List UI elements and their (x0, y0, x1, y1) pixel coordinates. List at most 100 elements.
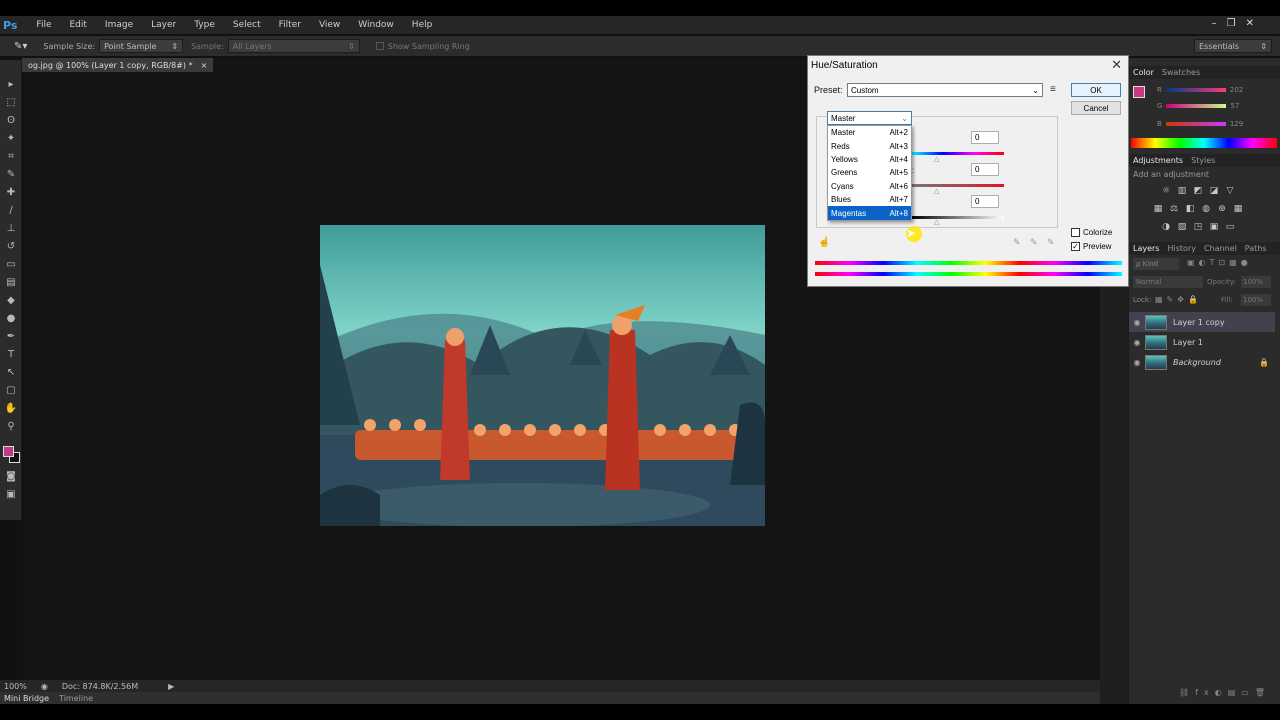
lasso-tool-icon[interactable]: ʘ (4, 114, 18, 128)
gradient-map-icon[interactable]: ▭ (1225, 222, 1235, 232)
black-white-icon[interactable]: ◧ (1185, 204, 1195, 214)
tab-channels[interactable]: Channel (1204, 244, 1237, 253)
layer-row-background[interactable]: ◉ Background 🔒 (1129, 352, 1275, 372)
layer-row-layer-1-copy[interactable]: ◉ Layer 1 copy (1129, 312, 1275, 332)
ok-button[interactable]: OK (1071, 83, 1121, 97)
blue-slider[interactable] (1165, 122, 1226, 126)
path-selection-tool-icon[interactable]: ↖ (4, 366, 18, 380)
green-value[interactable]: 57 (1230, 102, 1239, 110)
eyedropper-icon[interactable]: ✎ (1013, 237, 1021, 248)
close-window-button[interactable]: ✕ (1246, 18, 1254, 29)
preset-select[interactable]: Custom ⌄ (847, 83, 1043, 97)
color-lookup-icon[interactable]: ▦ (1233, 204, 1243, 214)
tab-paths[interactable]: Paths (1245, 244, 1267, 253)
quick-select-tool-icon[interactable]: ✦ (4, 132, 18, 146)
channel-option-blues[interactable]: Blues Alt+7 (828, 193, 911, 206)
eraser-tool-icon[interactable]: ▭ (4, 258, 18, 272)
menu-edit[interactable]: Edit (60, 20, 95, 30)
preset-options-icon[interactable]: ≡ (1050, 84, 1056, 95)
status-arrow-icon[interactable]: ▶ (168, 682, 174, 691)
threshold-icon[interactable]: ◳ (1193, 222, 1203, 232)
channel-option-magentas[interactable]: Magentas Alt+8 (828, 206, 911, 220)
layer-row-layer-1[interactable]: ◉ Layer 1 (1129, 332, 1275, 352)
close-tab-icon[interactable]: × (201, 61, 208, 70)
history-brush-tool-icon[interactable]: ↺ (4, 240, 18, 254)
channel-option-cyans[interactable]: Cyans Alt+6 (828, 180, 911, 193)
posterize-icon[interactable]: ▨ (1177, 222, 1187, 232)
tab-adjustments[interactable]: Adjustments (1133, 156, 1183, 165)
visibility-eye-icon[interactable]: ◉ (1129, 358, 1145, 367)
type-tool-icon[interactable]: T (4, 348, 18, 362)
channel-option-master[interactable]: Master Alt+2 (828, 126, 911, 139)
opacity-value[interactable]: 100% (1241, 276, 1271, 288)
color-balance-icon[interactable]: ⚖ (1169, 204, 1179, 214)
menu-image[interactable]: Image (96, 20, 142, 30)
menu-help[interactable]: Help (403, 20, 442, 30)
saturation-slider[interactable] (912, 184, 1004, 187)
menu-view[interactable]: View (310, 20, 349, 30)
preview-row[interactable]: ✓ Preview (1071, 242, 1111, 251)
layer-kind-filter[interactable]: ρ Kind (1133, 258, 1179, 270)
invert-icon[interactable]: ◑ (1161, 222, 1171, 232)
lock-icons[interactable]: ▦✎✥🔒 (1155, 295, 1202, 304)
red-value[interactable]: 202 (1230, 86, 1243, 94)
menu-filter[interactable]: Filter (270, 20, 310, 30)
tab-layers[interactable]: Layers (1133, 244, 1159, 253)
curves-icon[interactable]: ◩ (1193, 186, 1203, 196)
red-slider[interactable] (1165, 88, 1226, 92)
color-spectrum-ramp[interactable] (1131, 138, 1277, 148)
tab-history[interactable]: History (1167, 244, 1195, 253)
vibrance-icon[interactable]: ▽ (1225, 186, 1235, 196)
move-tool-icon[interactable]: ▸ (4, 78, 18, 92)
channel-option-yellows[interactable]: Yellows Alt+4 (828, 153, 911, 166)
preview-checkbox[interactable]: ✓ (1071, 242, 1080, 251)
marquee-tool-icon[interactable]: ⬚ (4, 96, 18, 110)
menu-file[interactable]: File (27, 20, 60, 30)
saturation-value-field[interactable]: 0 (971, 163, 999, 176)
channel-option-greens[interactable]: Greens Alt+5 (828, 166, 911, 179)
timeline-tab[interactable]: Timeline (59, 694, 93, 703)
eyedropper-tool-icon[interactable]: ✎▾ (14, 41, 27, 52)
eyedropper-tool-icon[interactable]: ✎ (4, 168, 18, 182)
tab-swatches[interactable]: Swatches (1162, 68, 1200, 77)
workspace-select[interactable]: Essentials ⇕ (1194, 39, 1272, 53)
channel-select[interactable]: Master ⌄ (827, 111, 912, 125)
tab-styles[interactable]: Styles (1191, 156, 1215, 165)
levels-icon[interactable]: ▥ (1177, 186, 1187, 196)
blue-value[interactable]: 129 (1230, 120, 1243, 128)
exposure-icon[interactable]: ◪ (1209, 186, 1219, 196)
screen-mode-icon[interactable]: ▣ (4, 488, 18, 502)
crop-tool-icon[interactable]: ⌗ (4, 150, 18, 164)
quick-mask-icon[interactable]: ◙ (4, 470, 18, 484)
menu-window[interactable]: Window (349, 20, 403, 30)
pen-tool-icon[interactable]: ✒ (4, 330, 18, 344)
fill-value[interactable]: 100% (1241, 294, 1271, 306)
minimize-button[interactable]: – (1212, 18, 1217, 29)
layer-filter-icons[interactable]: ▣◐T⊡▦● (1187, 258, 1277, 270)
menu-select[interactable]: Select (224, 20, 270, 30)
eyedropper-plus-icon[interactable]: ✎ (1030, 237, 1038, 248)
color-foreground-swatch[interactable] (1133, 86, 1145, 98)
sample-size-select[interactable]: Point Sample ⇕ (99, 39, 184, 53)
visibility-eye-icon[interactable]: ◉ (1129, 318, 1145, 327)
shape-tool-icon[interactable]: ▢ (4, 384, 18, 398)
hue-slider-thumb[interactable]: △ (934, 155, 939, 163)
canvas-image[interactable] (320, 225, 765, 526)
dodge-tool-icon[interactable]: ● (4, 312, 18, 326)
zoom-level[interactable]: 100% (4, 682, 27, 691)
document-tab[interactable]: og.jpg @ 100% (Layer 1 copy, RGB/8#) * × (22, 58, 214, 72)
colorize-row[interactable]: Colorize (1071, 228, 1112, 237)
green-slider[interactable] (1166, 104, 1227, 108)
brush-tool-icon[interactable]: ∕ (4, 204, 18, 218)
clone-stamp-tool-icon[interactable]: ⊥ (4, 222, 18, 236)
restore-button[interactable]: ❐ (1227, 18, 1236, 29)
dialog-close-icon[interactable]: ✕ (1111, 57, 1122, 73)
hue-saturation-icon[interactable]: ▦ (1153, 204, 1163, 214)
layers-footer-icons[interactable]: ⛓fx◐▤▭🗑 (1129, 688, 1280, 702)
zoom-tool-icon[interactable]: ⚲ (4, 420, 18, 434)
menu-layer[interactable]: Layer (142, 20, 185, 30)
status-icon[interactable]: ◉ (41, 682, 48, 691)
lightness-value-field[interactable]: 0 (971, 195, 999, 208)
hue-slider[interactable] (912, 152, 1004, 155)
channel-option-reds[interactable]: Reds Alt+3 (828, 139, 911, 152)
